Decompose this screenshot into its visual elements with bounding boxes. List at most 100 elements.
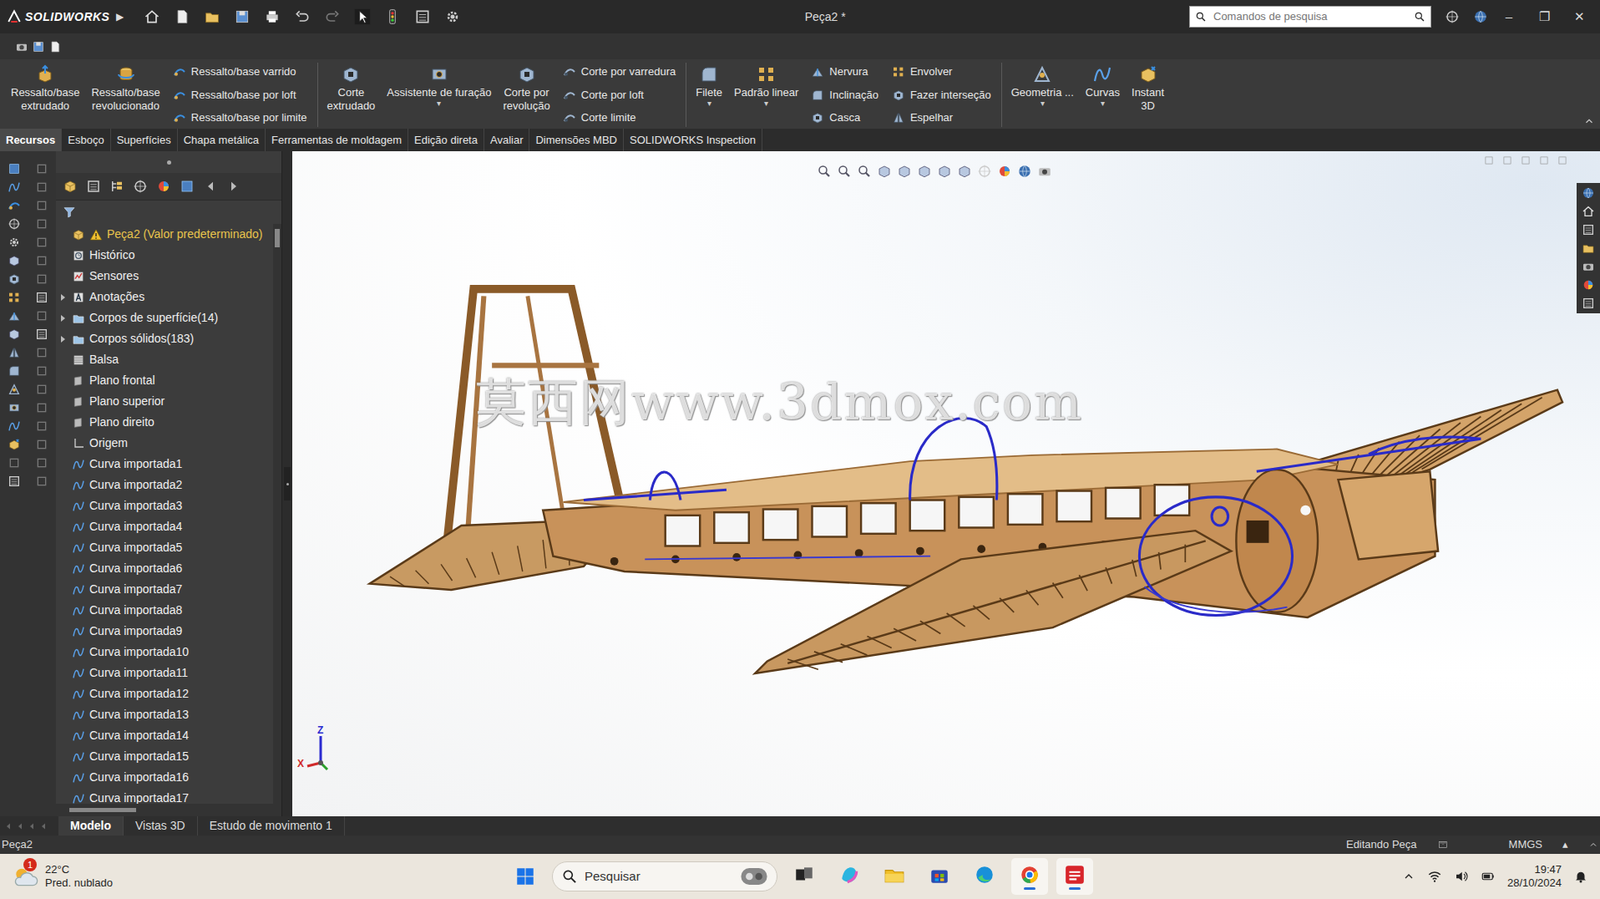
search-input[interactable] — [1211, 7, 1409, 26]
window-icon[interactable] — [1501, 154, 1514, 167]
tree-item[interactable]: Curva importada8 — [55, 599, 274, 621]
grey-icon[interactable] — [35, 214, 49, 233]
taskbar-app[interactable] — [921, 857, 958, 895]
command-tab[interactable]: Superfícies — [111, 128, 178, 152]
view-icon[interactable] — [896, 163, 912, 179]
ribbon-command[interactable]: Curvas▾ — [1079, 62, 1126, 127]
target-icon[interactable] — [7, 214, 21, 233]
grey-icon[interactable] — [35, 159, 49, 178]
tree-item[interactable]: Curva importada6 — [55, 557, 274, 579]
tree-item[interactable]: Curva importada13 — [55, 703, 274, 725]
redo-icon[interactable] — [324, 8, 341, 26]
ribbon-command[interactable]: Espelhar — [891, 108, 992, 127]
cam-icon[interactable] — [15, 40, 29, 54]
battery-icon[interactable] — [1480, 868, 1496, 884]
model-tab[interactable]: Estudo de movimento 1 — [197, 815, 345, 836]
model-tab[interactable]: Vistas 3D — [123, 815, 198, 836]
tree-item[interactable]: Curva importada10 — [55, 641, 274, 663]
tree-item[interactable]: Sensores — [55, 265, 274, 287]
tree-hscrollbar[interactable] — [55, 803, 282, 816]
ribbon-command[interactable]: Envolver — [891, 62, 992, 82]
ribbon-command[interactable]: Geometria ...▾ — [1005, 62, 1080, 127]
list-icon[interactable] — [1581, 296, 1595, 310]
grey-icon[interactable] — [35, 416, 49, 436]
tree-item[interactable]: Curva importada4 — [55, 516, 274, 537]
tri-icon[interactable] — [226, 178, 242, 194]
tree-item[interactable]: Origem — [55, 432, 274, 454]
list-icon[interactable] — [414, 8, 431, 26]
window-icon[interactable] — [1483, 154, 1495, 167]
tree-item[interactable]: Plano superior — [55, 390, 274, 412]
start-button[interactable] — [506, 857, 544, 895]
restore-button[interactable]: ❐ — [1529, 7, 1559, 27]
close-button[interactable]: ✕ — [1564, 7, 1594, 27]
expand-arrow[interactable] — [60, 293, 68, 302]
grey-icon[interactable] — [35, 306, 49, 325]
taskbar-app[interactable] — [1011, 857, 1049, 895]
volume-icon[interactable] — [1453, 868, 1469, 884]
view-icon[interactable] — [916, 163, 932, 179]
tree-scrollbar[interactable] — [273, 223, 282, 804]
taskbar-search[interactable]: Pesquisar — [551, 860, 778, 892]
dropdown-caret[interactable]: ▾ — [1040, 99, 1045, 108]
ribbon-command[interactable]: Inclinação — [810, 86, 879, 105]
taskbar-app[interactable] — [875, 857, 913, 895]
airplane-model[interactable] — [292, 151, 1577, 816]
ribbon-command[interactable]: Corte limite — [562, 108, 676, 127]
traffic-icon[interactable] — [384, 8, 401, 26]
select-icon[interactable] — [856, 163, 872, 179]
tree-item[interactable]: Curva importada12 — [55, 683, 274, 704]
command-tab[interactable]: Ferramentas de moldagem — [265, 128, 409, 152]
ribbon-command[interactable]: Corteextrudado — [321, 62, 382, 127]
blue-icon[interactable] — [179, 178, 195, 194]
custom-units-icon[interactable] — [1437, 838, 1449, 851]
account-icon[interactable] — [1444, 9, 1460, 25]
expand-arrow[interactable] — [60, 334, 68, 344]
grey-icon[interactable] — [35, 177, 49, 197]
command-tab[interactable]: Recursos — [0, 128, 62, 152]
list-icon[interactable] — [86, 178, 102, 194]
target-icon[interactable] — [977, 163, 993, 179]
ribbon-command[interactable]: Filete▾ — [689, 62, 729, 127]
tree-item[interactable]: Curva importada7 — [55, 578, 274, 600]
tree-icon[interactable] — [109, 178, 125, 194]
window-icon[interactable] — [1556, 154, 1569, 167]
doc-icon[interactable] — [173, 8, 191, 26]
notifications-icon[interactable] — [1573, 868, 1589, 884]
tree-item[interactable]: Balsa — [55, 349, 274, 370]
tree-item[interactable]: Plano frontal — [55, 369, 274, 391]
select-icon[interactable] — [354, 8, 371, 26]
view-icon[interactable] — [7, 324, 21, 344]
ribbon-command[interactable]: Corte porrevolução — [496, 62, 556, 127]
units-caret[interactable]: ▴ — [1562, 835, 1569, 853]
panel-handle[interactable] — [55, 151, 282, 173]
home-icon[interactable] — [1581, 204, 1595, 218]
tree-item[interactable]: Curva importada9 — [55, 620, 274, 642]
ribbon-command[interactable]: Ressalto/base por limite — [172, 108, 308, 127]
unit-system[interactable]: MMGS▴ — [1468, 835, 1569, 853]
tree-item[interactable]: Curva importada17 — [55, 787, 274, 804]
command-tab[interactable]: SOLIDWORKS Inspection — [623, 128, 763, 152]
tree-item[interactable]: Peça2 (Valor predeterminado) — [55, 223, 274, 245]
instant-icon[interactable] — [7, 435, 21, 454]
target-icon[interactable] — [132, 178, 148, 194]
fillet-icon[interactable] — [7, 361, 21, 380]
command-tab[interactable]: Avaliar — [484, 128, 531, 152]
list-icon[interactable] — [1581, 222, 1595, 237]
tree-item[interactable]: Curva importada11 — [55, 662, 274, 684]
taskbar-app[interactable] — [785, 857, 823, 895]
grey-icon[interactable] — [7, 453, 21, 472]
grey-icon[interactable] — [35, 232, 49, 252]
ribbon-command[interactable]: Instant3D — [1125, 62, 1170, 127]
command-tab[interactable]: Dimensões MBD — [529, 128, 624, 152]
model-viewport[interactable]: 莫西网www.3dmox.comZX — [292, 151, 1577, 816]
ribbon-command[interactable]: Nervura — [810, 62, 879, 82]
taskbar-app[interactable] — [1056, 857, 1094, 895]
undo-icon[interactable] — [293, 8, 311, 26]
nav-arrow-icon[interactable] — [38, 820, 49, 831]
window-icon[interactable] — [1538, 154, 1550, 167]
pattern-icon[interactable] — [7, 288, 21, 307]
expand-arrow[interactable] — [60, 313, 68, 323]
search-icon[interactable] — [1413, 10, 1426, 23]
list-icon[interactable] — [7, 471, 21, 491]
